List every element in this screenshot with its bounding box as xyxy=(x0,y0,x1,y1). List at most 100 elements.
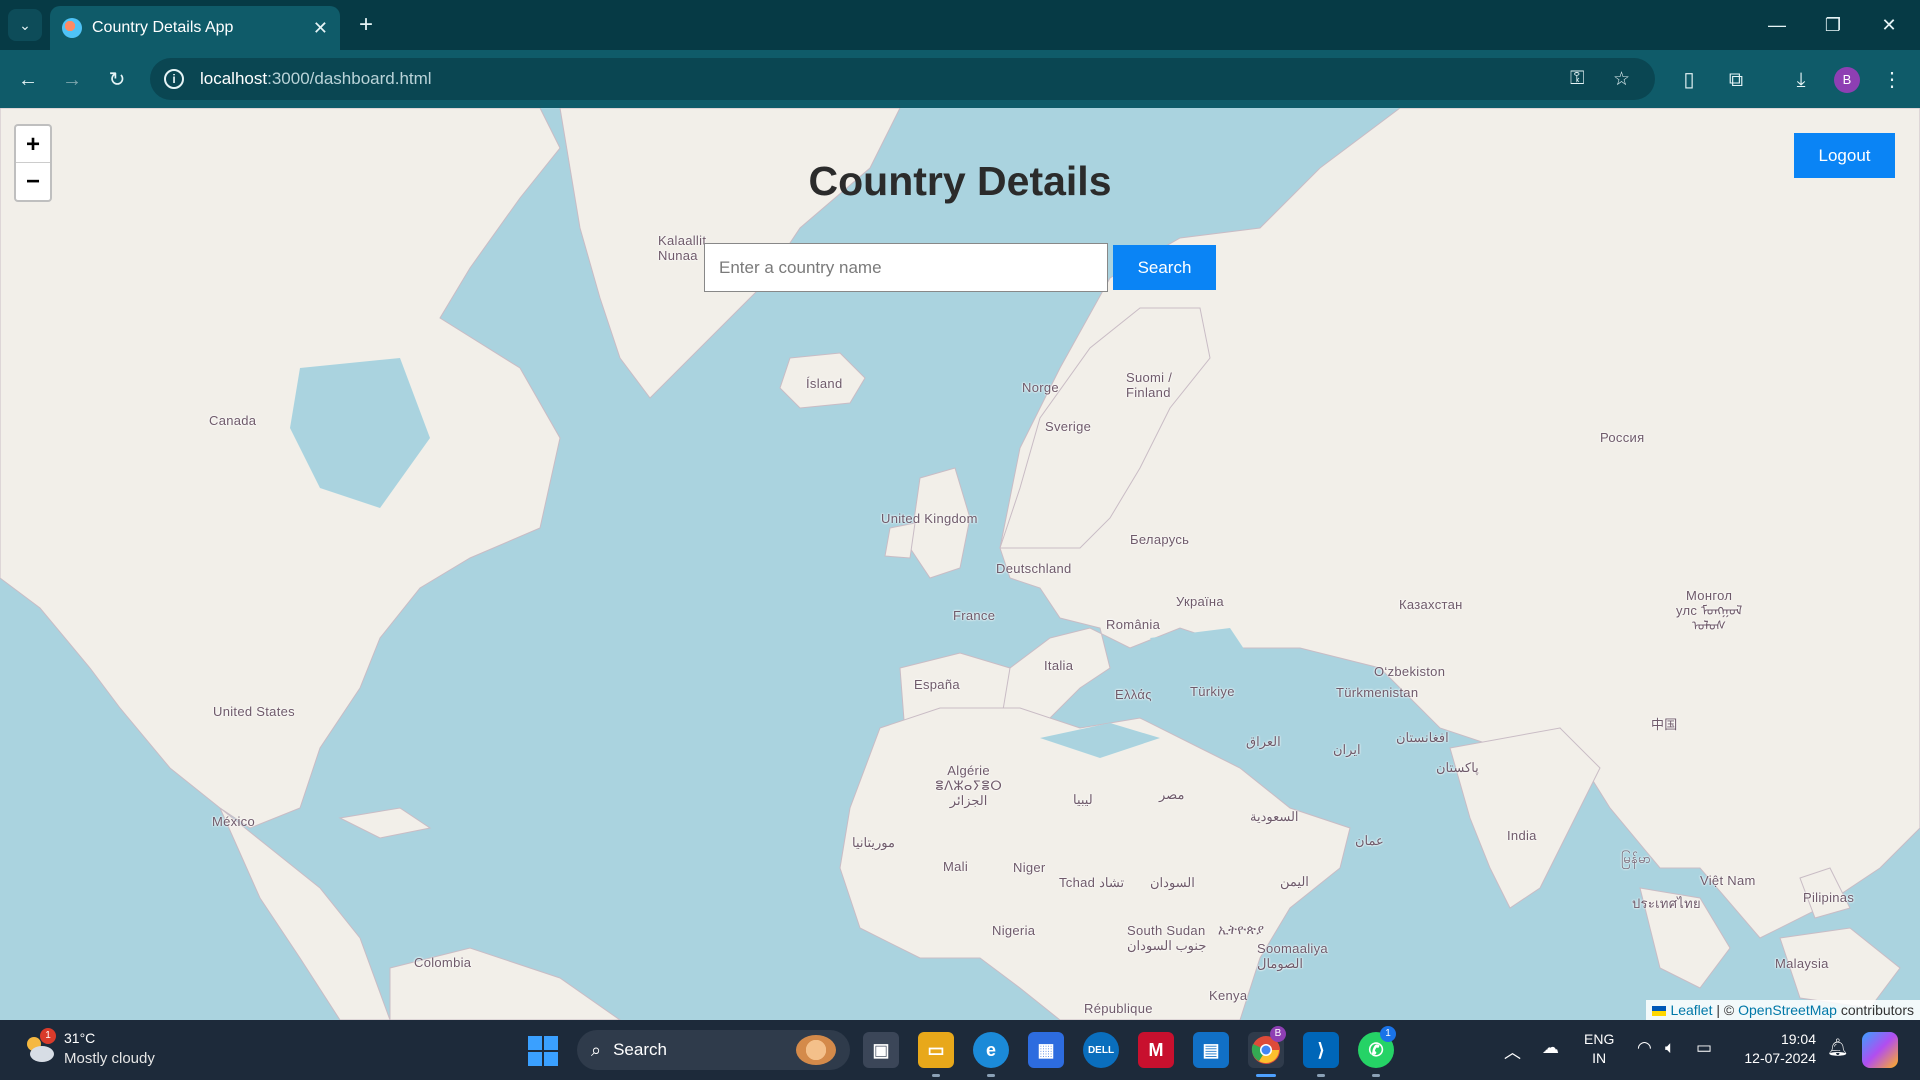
start-tile-2 xyxy=(544,1036,558,1050)
ukraine-flag-icon xyxy=(1652,1006,1667,1016)
clock-time: 19:04 xyxy=(1780,1031,1816,1047)
weather-description[interactable]: Mostly cloudy xyxy=(64,1050,155,1067)
map-label-mongolia: Монгол улс ᠮᠤᠩᠭᠤᠯ ᠤᠯᠤᠰ xyxy=(1676,588,1743,633)
map-label-oman: عمان xyxy=(1355,833,1384,848)
browser-menu-icon[interactable]: ⋮ xyxy=(1876,64,1908,96)
map-label-algerie: Algérie ⴻⴷⵣⴰⵢⴻⵔ الجزائر xyxy=(935,763,1003,808)
close-tab-icon[interactable]: ✕ xyxy=(313,18,328,39)
map-label-ethiopia: ኢትዮጵያ xyxy=(1218,922,1265,937)
close-window-button[interactable]: ✕ xyxy=(1864,10,1914,40)
map-label-suomi: Suomi / Finland xyxy=(1126,370,1173,400)
world-map[interactable]: Kalaallit Nunaa Ísland Norge Suomi / Fin… xyxy=(0,108,1920,1020)
reload-button[interactable]: ↻ xyxy=(101,64,133,96)
country-search-input[interactable] xyxy=(704,243,1108,292)
wifi-icon[interactable]: ◠ xyxy=(1637,1038,1652,1058)
reading-list-icon[interactable]: ▯ xyxy=(1673,64,1705,96)
logout-button[interactable]: Logout xyxy=(1794,133,1895,178)
download-icon[interactable]: ⤓ xyxy=(1785,64,1817,96)
url-path: :3000/dashboard.html xyxy=(267,69,432,88)
clock-date: 12-07-2024 xyxy=(1744,1050,1816,1066)
new-tab-button[interactable]: + xyxy=(352,12,380,40)
input-language-indicator[interactable]: ENG IN xyxy=(1584,1030,1614,1068)
dell-icon[interactable]: DELL xyxy=(1083,1032,1119,1068)
system-clock[interactable]: 19:04 12-07-2024 xyxy=(1740,1030,1816,1068)
map-label-tchad: Tchad تشاد xyxy=(1059,875,1125,890)
weather-temperature[interactable]: 31°C xyxy=(64,1030,95,1046)
tab-search-button[interactable]: ⌄ xyxy=(8,9,42,41)
vscode-icon[interactable]: ⟩ xyxy=(1303,1032,1339,1068)
restore-window-button[interactable]: ❐ xyxy=(1808,10,1858,40)
edge-browser-icon[interactable]: e xyxy=(973,1032,1009,1068)
map-label-egypt: مصر xyxy=(1159,787,1185,802)
site-info-icon[interactable]: i xyxy=(164,69,184,89)
address-bar[interactable]: i localhost:3000/dashboard.html ⚿ ☆ xyxy=(150,58,1655,100)
tray-overflow-chevron-icon[interactable]: ︿ xyxy=(1504,1038,1521,1063)
search-highlight-shell-icon xyxy=(796,1035,836,1065)
lang-top: ENG xyxy=(1584,1031,1615,1047)
map-label-island: Ísland xyxy=(806,376,843,391)
file-explorer-icon[interactable]: ▭ xyxy=(918,1032,954,1068)
taskbar-search-label: Search xyxy=(613,1040,667,1059)
search-button[interactable]: Search xyxy=(1113,245,1216,290)
map-label-pakistan: پاکستان xyxy=(1436,760,1479,775)
onedrive-cloud-icon[interactable]: ☁ xyxy=(1542,1038,1559,1058)
start-tile-3 xyxy=(528,1052,542,1066)
windows-start-button[interactable] xyxy=(528,1036,558,1066)
vscode-running-indicator xyxy=(1317,1074,1325,1077)
mcafee-icon[interactable]: M xyxy=(1138,1032,1174,1068)
back-button[interactable]: ← xyxy=(12,64,44,96)
map-label-niger: Niger xyxy=(1013,860,1046,875)
openstreetmap-link[interactable]: OpenStreetMap xyxy=(1738,1002,1837,1018)
map-label-iraq: العراق xyxy=(1246,734,1281,749)
map-label-turkiye: Türkiye xyxy=(1190,684,1235,699)
taskbar-search-box[interactable]: ⌕ Search xyxy=(577,1030,850,1070)
extensions-puzzle-icon[interactable]: ⧉ xyxy=(1720,64,1752,96)
map-label-saudi: السعودية xyxy=(1250,809,1299,824)
map-label-iran: ایران xyxy=(1333,742,1361,757)
map-label-mali: Mali xyxy=(943,859,969,874)
notepad-app-icon[interactable]: ▤ xyxy=(1193,1032,1229,1068)
windows-taskbar: 1 31°C Mostly cloudy ⌕ Search ▣ ▭ e ▦ DE… xyxy=(0,1020,1920,1080)
globe-favicon-icon xyxy=(62,18,82,38)
password-key-icon[interactable]: ⚿ xyxy=(1570,68,1584,90)
map-label-sudan: السودان xyxy=(1150,875,1195,890)
start-tile-4 xyxy=(544,1052,558,1066)
leaflet-link[interactable]: Leaflet xyxy=(1670,1002,1712,1018)
notification-bell-icon[interactable]: 🔔︎ xyxy=(1827,1038,1849,1058)
map-label-nigeria: Nigeria xyxy=(992,923,1036,938)
weather-badge: 1 xyxy=(40,1028,56,1044)
map-label-yemen: اليمن xyxy=(1280,874,1309,889)
minimize-window-button[interactable]: — xyxy=(1752,10,1802,40)
battery-icon[interactable]: ▭ xyxy=(1696,1038,1712,1058)
microsoft-store-icon[interactable]: ▦ xyxy=(1028,1032,1064,1068)
map-label-libya: ليبيا xyxy=(1073,792,1093,807)
tab-title: Country Details App xyxy=(92,19,234,36)
map-label-china: 中国 xyxy=(1651,717,1678,732)
map-label-malaysia: Malaysia xyxy=(1775,956,1829,971)
copilot-icon[interactable] xyxy=(1862,1032,1898,1068)
map-label-belarus: Беларусь xyxy=(1130,532,1190,547)
map-label-somalia: Soomaaliya الصومال xyxy=(1257,941,1328,971)
chrome-profile-badge: B xyxy=(1270,1026,1286,1042)
attribution-separator: | © xyxy=(1712,1002,1739,1018)
map-label-pilipinas: Pilipinas xyxy=(1803,890,1855,905)
map-label-deutschland: Deutschland xyxy=(996,561,1072,576)
profile-avatar[interactable]: B xyxy=(1834,67,1860,93)
edge-running-indicator xyxy=(987,1074,995,1077)
map-label-sverige: Sverige xyxy=(1045,419,1092,434)
browser-toolbar: ← → ↻ i localhost:3000/dashboard.html ⚿ … xyxy=(0,50,1920,108)
browser-tab[interactable]: Country Details App ✕ xyxy=(50,6,340,50)
browser-tab-bar: ⌄ Country Details App ✕ + — ❐ ✕ xyxy=(0,0,1920,50)
bookmark-star-icon[interactable]: ☆ xyxy=(1613,68,1630,91)
map-label-espana: España xyxy=(914,677,960,692)
url-host: localhost xyxy=(200,69,268,88)
map-label-republique: République xyxy=(1084,1001,1153,1016)
map-label-ellas: Ελλάς xyxy=(1115,687,1152,702)
task-view-icon[interactable]: ▣ xyxy=(863,1032,899,1068)
whatsapp-running-indicator xyxy=(1372,1074,1380,1077)
forward-button[interactable]: → xyxy=(56,64,88,96)
search-icon: ⌕ xyxy=(591,1039,602,1060)
chrome-active-indicator xyxy=(1256,1074,1276,1077)
map-label-kalaallit: Kalaallit Nunaa xyxy=(658,233,707,263)
volume-icon[interactable]: 🔈︎ xyxy=(1665,1038,1675,1058)
